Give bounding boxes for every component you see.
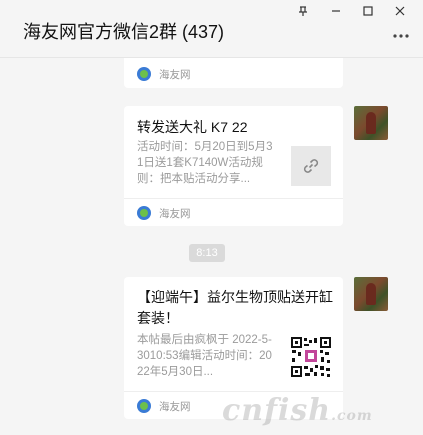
card-footer: 海友网	[124, 391, 343, 419]
card-source: 海友网	[159, 401, 191, 413]
avatar[interactable]	[354, 106, 388, 140]
message-card[interactable]: 转发送大礼 K7 22 活动时间：5月20日到5月31日送1套K7140W活动规…	[124, 106, 343, 226]
message-list[interactable]: 海友网 转发送大礼 K7 22 活动时间：5月20日到5月31日送1套K7140…	[0, 58, 423, 435]
card-source: 海友网	[159, 208, 191, 220]
source-logo-icon	[137, 67, 151, 81]
link-icon	[303, 159, 319, 173]
link-thumbnail	[291, 146, 331, 186]
card-footer: 海友网	[124, 198, 343, 226]
card-title: 转发送大礼 K7 22	[137, 119, 248, 135]
message-card[interactable]: 【迎端午】益尔生物顶贴送开缸套装！ 本帖最后由疯枫于 2022-5-3010:5…	[124, 277, 343, 419]
minimize-icon	[332, 10, 340, 12]
close-icon	[395, 6, 405, 16]
close-button[interactable]	[389, 2, 411, 20]
time-badge: 8:13	[189, 244, 225, 262]
source-logo-icon	[137, 206, 151, 220]
avatar[interactable]	[354, 277, 388, 311]
maximize-button[interactable]	[357, 2, 379, 20]
pin-icon	[299, 6, 307, 16]
pin-button[interactable]	[292, 2, 314, 20]
maximize-icon	[363, 6, 373, 16]
card-title: 【迎端午】益尔生物顶贴送开缸套装！	[137, 289, 333, 326]
source-logo-icon	[137, 399, 151, 413]
card-source: 海友网	[159, 69, 191, 81]
chat-window: 海友网官方微信2群 (437) 海友网 转发送大礼 K7 22 活动时间：5月2…	[0, 0, 423, 435]
card-description: 活动时间：5月20日到5月31日送1套K7140W活动规则：把本贴活动分享...	[137, 141, 273, 185]
more-button[interactable]	[391, 28, 411, 44]
message-card[interactable]: 海友网	[124, 58, 343, 88]
more-icon	[393, 34, 409, 38]
title-bar: 海友网官方微信2群 (437)	[0, 0, 423, 58]
qr-code-icon	[290, 336, 332, 378]
chat-title: 海友网官方微信2群 (437)	[23, 22, 225, 42]
minimize-button[interactable]	[325, 2, 347, 20]
card-description: 本帖最后由疯枫于 2022-5-3010:53编辑活动时间：2022年5月30日…	[137, 334, 272, 378]
card-footer: 海友网	[124, 60, 343, 88]
